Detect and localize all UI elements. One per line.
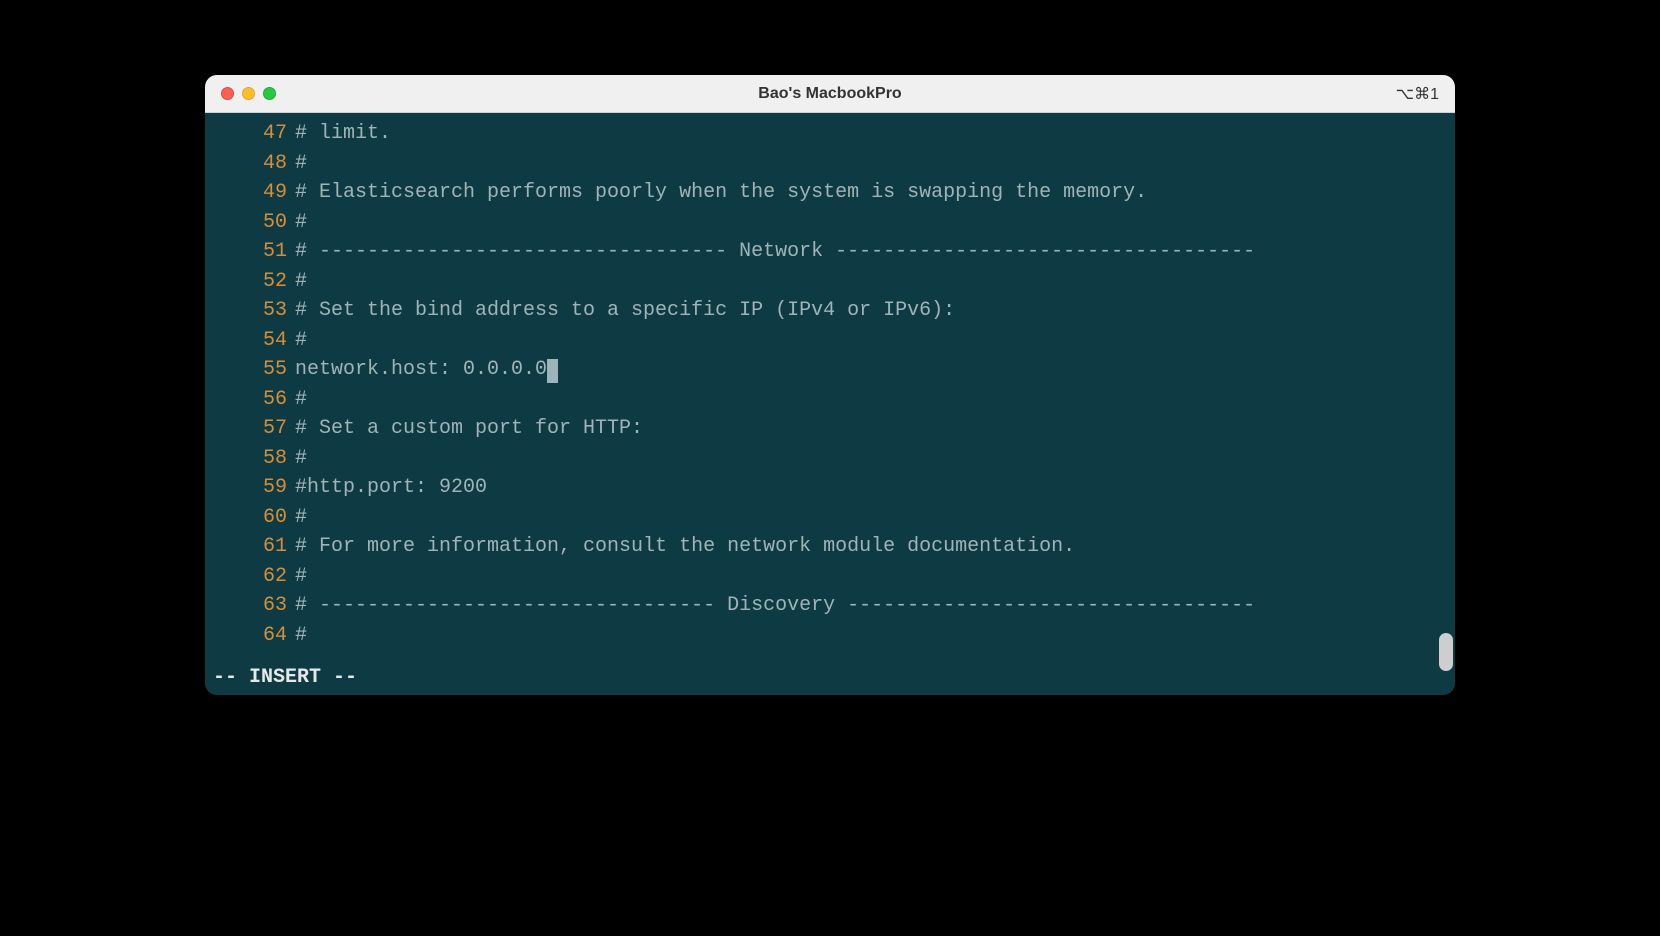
- titlebar: Bao's MacbookPro ⌥⌘1: [205, 75, 1455, 113]
- line-number: 55: [205, 358, 295, 381]
- line-number: 56: [205, 388, 295, 411]
- line-number: 47: [205, 122, 295, 145]
- line-number: 58: [205, 447, 295, 470]
- window-shortcut: ⌥⌘1: [1396, 84, 1439, 104]
- editor-line: 49# Elasticsearch performs poorly when t…: [205, 178, 1455, 208]
- line-content: #: [295, 447, 307, 470]
- editor-line: 58#: [205, 444, 1455, 474]
- editor-line: 59#http.port: 9200: [205, 473, 1455, 503]
- vim-mode-status: -- INSERT --: [213, 666, 357, 689]
- editor-line: 51# ---------------------------------- N…: [205, 237, 1455, 267]
- editor-line: 56#: [205, 385, 1455, 415]
- close-button[interactable]: [221, 87, 234, 100]
- editor-line: 52#: [205, 267, 1455, 297]
- editor-line: 55network.host: 0.0.0.0: [205, 355, 1455, 385]
- line-number: 59: [205, 476, 295, 499]
- line-content: #: [295, 565, 307, 588]
- text-cursor: [547, 359, 558, 383]
- line-number: 48: [205, 152, 295, 175]
- line-content: #: [295, 152, 307, 175]
- line-number: 49: [205, 181, 295, 204]
- traffic-lights: [205, 87, 276, 100]
- line-content: #: [295, 624, 307, 647]
- editor-lines: 47# limit.48#49# Elasticsearch performs …: [205, 113, 1455, 650]
- line-content: #: [295, 388, 307, 411]
- line-content: # Set the bind address to a specific IP …: [295, 299, 955, 322]
- line-number: 53: [205, 299, 295, 322]
- maximize-button[interactable]: [263, 87, 276, 100]
- editor-area[interactable]: 47# limit.48#49# Elasticsearch performs …: [205, 113, 1455, 695]
- line-content: # Elasticsearch performs poorly when the…: [295, 181, 1147, 204]
- terminal-window: Bao's MacbookPro ⌥⌘1 47# limit.48#49# El…: [205, 75, 1455, 695]
- editor-line: 53# Set the bind address to a specific I…: [205, 296, 1455, 326]
- scrollbar-track[interactable]: [1439, 113, 1453, 695]
- line-number: 63: [205, 594, 295, 617]
- window-title: Bao's MacbookPro: [205, 85, 1455, 103]
- line-content: # For more information, consult the netw…: [295, 535, 1075, 558]
- line-number: 52: [205, 270, 295, 293]
- line-number: 51: [205, 240, 295, 263]
- line-number: 57: [205, 417, 295, 440]
- line-content: # --------------------------------- Disc…: [295, 594, 1255, 617]
- scrollbar-thumb[interactable]: [1439, 633, 1453, 671]
- line-content: # Set a custom port for HTTP:: [295, 417, 643, 440]
- line-number: 54: [205, 329, 295, 352]
- line-content: #http.port: 9200: [295, 476, 487, 499]
- editor-line: 62#: [205, 562, 1455, 592]
- editor-line: 64#: [205, 621, 1455, 651]
- editor-line: 48#: [205, 149, 1455, 179]
- line-content: #: [295, 211, 307, 234]
- line-content: #: [295, 329, 307, 352]
- line-content: network.host: 0.0.0.0: [295, 358, 558, 381]
- line-number: 60: [205, 506, 295, 529]
- line-content: #: [295, 506, 307, 529]
- editor-line: 61# For more information, consult the ne…: [205, 532, 1455, 562]
- editor-line: 47# limit.: [205, 119, 1455, 149]
- editor-line: 54#: [205, 326, 1455, 356]
- line-number: 62: [205, 565, 295, 588]
- line-content: # ---------------------------------- Net…: [295, 240, 1255, 263]
- line-content: # limit.: [295, 122, 391, 145]
- editor-line: 63# --------------------------------- Di…: [205, 591, 1455, 621]
- line-number: 64: [205, 624, 295, 647]
- editor-line: 57# Set a custom port for HTTP:: [205, 414, 1455, 444]
- line-content: #: [295, 270, 307, 293]
- editor-line: 60#: [205, 503, 1455, 533]
- line-number: 50: [205, 211, 295, 234]
- line-number: 61: [205, 535, 295, 558]
- editor-line: 50#: [205, 208, 1455, 238]
- minimize-button[interactable]: [242, 87, 255, 100]
